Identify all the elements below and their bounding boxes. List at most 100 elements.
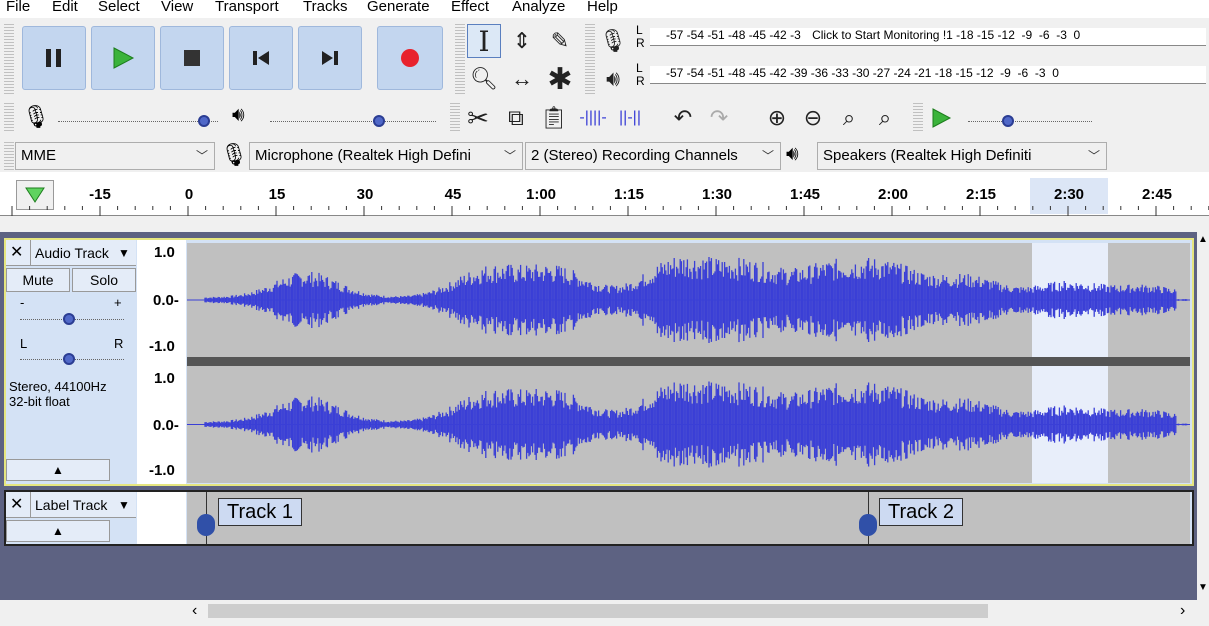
waveform-channel-right[interactable] [187,366,1190,483]
scroll-thumb[interactable] [208,604,988,618]
triangle-up-icon: ▲ [52,524,64,538]
toolbar-grip[interactable] [4,24,14,94]
playback-volume-slider[interactable] [270,121,436,123]
menu-file[interactable]: File [6,0,30,15]
menu-tracks[interactable]: Tracks [303,0,347,15]
track-format-rate: Stereo, 44100Hz [9,379,107,394]
mute-button[interactable]: Mute [6,268,70,292]
stop-button[interactable] [160,26,224,90]
paste-button[interactable]: 📋︎ [538,101,570,135]
zoom-tool[interactable]: 🔍︎ [467,62,501,96]
playback-device-select[interactable]: Speakers (Realtek High Definiti ﹀ [817,142,1107,170]
double-arrow-icon: ↔ [511,66,533,91]
audio-host-select[interactable]: MME ﹀ [15,142,215,170]
collapse-track-button[interactable]: ▲ [6,459,110,481]
record-button[interactable] [377,26,443,90]
skip-start-icon [253,51,269,65]
solo-button[interactable]: Solo [72,268,136,292]
silence-icon: ||-|| [619,109,641,126]
menu-effect[interactable]: Effect [451,0,489,15]
envelope-tool[interactable]: ⇕ [505,24,539,58]
copy-button[interactable]: ⧉ [500,101,532,135]
collapse-track-button[interactable]: ▲ [6,520,110,542]
skip-to-end-button[interactable] [298,26,362,90]
play-speed-knob[interactable] [1002,115,1014,127]
label-track-1[interactable]: Track 1 [218,498,302,526]
label-track-body[interactable]: Track 1 Track 2 [187,492,1190,544]
close-track-button[interactable]: ✕ [10,240,23,266]
scroll-up-icon[interactable]: ▲ [1198,234,1208,245]
menu-analyze[interactable]: Analyze [512,0,565,15]
scale-bottom-label: -1.0 [149,462,175,479]
meter-grip[interactable] [585,24,595,94]
timeline-ruler[interactable]: -15 0 15 30 45 1:00 1:15 1:30 1:45 2:00 … [0,172,1209,216]
scroll-down-icon[interactable]: ▼ [1198,582,1208,593]
recording-channels-select[interactable]: 2 (Stereo) Recording Channels ﹀ [525,142,781,170]
start-monitoring-prompt[interactable]: Click to Start Monitoring [812,28,939,42]
ruler-tick: 30 [356,186,374,203]
triangle-up-icon: ▲ [52,463,64,477]
draw-tool[interactable]: ✎ [543,24,577,58]
record-meter-button[interactable]: 🎙︎ [598,24,628,58]
undo-button[interactable]: ↶ [666,101,700,135]
gain-minus-label: - [20,295,25,310]
record-volume-knob[interactable] [198,115,210,127]
play-button[interactable] [91,26,155,90]
menu-transport[interactable]: Transport [215,0,279,15]
cut-button[interactable]: ✂ [462,101,494,135]
chevron-down-icon: ﹀ [503,149,516,163]
microphone-icon: 🎙︎ [599,28,627,53]
ruler-minor-ticks [11,206,1209,216]
silence-button[interactable]: ||-|| [613,101,647,135]
pencil-icon: ✎ [550,28,570,53]
fit-project-button[interactable]: ⌕ [868,101,902,135]
ruler-tick: 2:45 [1141,186,1173,203]
play-at-speed-button[interactable] [925,101,957,135]
playback-volume-knob[interactable] [373,115,385,127]
horizontal-scrollbar[interactable]: ‹ › [186,600,1197,622]
zoom-out-button[interactable]: ⊖ [796,101,830,135]
mixer-grip[interactable] [4,103,14,133]
track-name-menu[interactable]: Label Track [35,492,107,518]
record-volume-slider[interactable] [58,121,218,123]
pan-knob[interactable] [63,353,75,365]
menu-help[interactable]: Help [587,0,618,15]
play-speed-slider[interactable] [968,121,1092,123]
fit-selection-button[interactable]: ⌕ [832,101,866,135]
record-meter-scale-end: !1 -18 -15 -12 -9 -6 -3 0 [942,28,1081,42]
trim-button[interactable]: -||||- [577,101,609,135]
device-grip[interactable] [4,142,14,172]
tools-grip[interactable] [455,24,465,94]
redo-button[interactable]: ↷ [702,101,736,135]
skip-to-start-button[interactable] [229,26,293,90]
menu-edit[interactable]: Edit [52,0,78,15]
multi-tool[interactable]: ✱ [543,62,577,96]
pause-button[interactable] [22,26,86,90]
label-pin-icon[interactable] [197,514,215,536]
recording-device-select[interactable]: Microphone (Realtek High Defini ﹀ [249,142,523,170]
playback-meter[interactable]: -57 -54 -51 -48 -45 -42 -39 -36 -33 -30 … [650,66,1206,84]
vertical-ruler[interactable]: 1.0 0.0- -1.0 1.0 0.0- -1.0 [137,240,186,484]
gain-knob[interactable] [63,313,75,325]
label-pin-icon[interactable] [859,514,877,536]
scale-top-label: 1.0 [154,370,175,387]
label-track-2[interactable]: Track 2 [879,498,963,526]
vertical-scrollbar[interactable]: ▲ ▼ [1197,232,1209,600]
close-track-button[interactable]: ✕ [10,492,23,518]
track-name-menu[interactable]: Audio Track [35,240,109,266]
selection-tool[interactable]: I [467,24,501,58]
playback-meter-button[interactable]: 🔊︎ [598,62,628,96]
menu-generate[interactable]: Generate [367,0,430,15]
scroll-left-icon[interactable]: ‹ [192,602,197,620]
play-speed-grip[interactable] [913,103,923,133]
edit-grip[interactable] [450,103,460,133]
scroll-right-icon[interactable]: › [1180,602,1185,620]
zoom-in-button[interactable]: ⊕ [760,101,794,135]
record-meter[interactable]: -57 -54 -51 -48 -45 -42 -3 Click to Star… [650,28,1206,46]
divider [30,240,31,266]
ruler-tick: 1:00 [525,186,557,203]
waveform-channel-left[interactable] [187,243,1190,357]
menu-view[interactable]: View [161,0,193,15]
menu-select[interactable]: Select [98,0,140,15]
time-shift-tool[interactable]: ↔ [505,62,539,96]
